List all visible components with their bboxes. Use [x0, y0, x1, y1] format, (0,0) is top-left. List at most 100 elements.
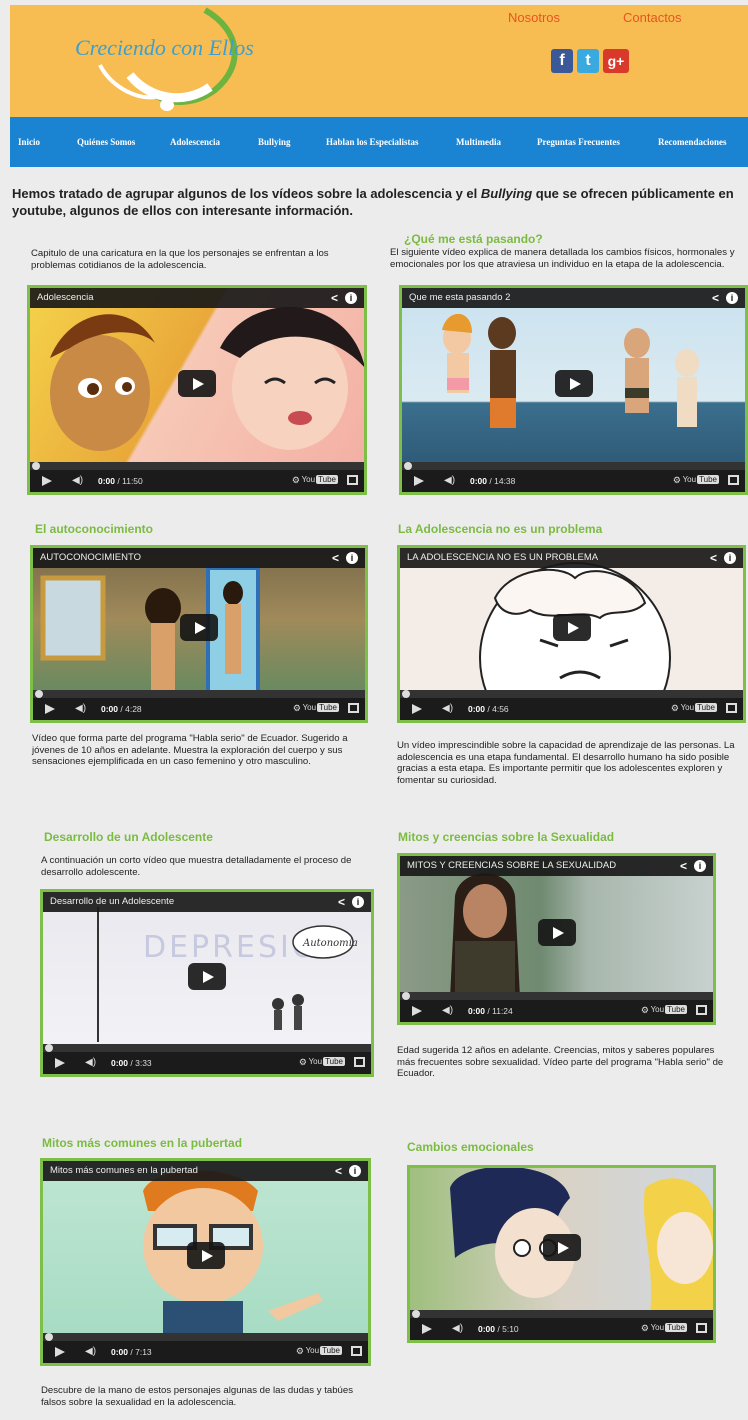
play-button[interactable] [188, 963, 226, 990]
fullscreen-icon[interactable] [347, 475, 358, 485]
youtube-logo[interactable]: You Tube [303, 703, 339, 712]
video-time: 0:00 / 4:56 [468, 704, 509, 714]
site-logo[interactable]: Creciendo con Ellos [55, 5, 255, 115]
progress-bar[interactable] [30, 462, 364, 470]
info-icon[interactable]: i [346, 552, 358, 564]
nav-item-quienes-somos[interactable]: Quiénes Somos [77, 137, 135, 147]
volume-icon[interactable]: ◀) [452, 1323, 463, 1334]
fullscreen-icon[interactable] [696, 1323, 707, 1333]
play-icon[interactable] [422, 1324, 432, 1334]
youtube-logo[interactable]: You Tube [681, 703, 717, 712]
play-icon[interactable] [55, 1347, 65, 1357]
volume-icon[interactable]: ◀) [75, 703, 86, 714]
video-player[interactable]: LA ADOLESCENCIA NO ES UN PROBLEMA < i ◀)… [397, 545, 746, 723]
play-icon[interactable] [42, 476, 52, 486]
video-player[interactable]: MITOS Y CREENCIAS SOBRE LA SEXUALIDAD < … [397, 853, 716, 1025]
progress-bar[interactable] [400, 992, 713, 1000]
play-button[interactable] [554, 370, 593, 397]
player-controls: ◀) 0:00 / 11:50 ⚙ You Tube [30, 470, 364, 492]
share-icon[interactable]: < [335, 1164, 342, 1178]
fullscreen-icon[interactable] [354, 1057, 365, 1067]
nav-item-bullying[interactable]: Bullying [258, 137, 291, 147]
play-button[interactable] [178, 370, 216, 397]
nosotros-link[interactable]: Nosotros [508, 10, 560, 25]
progress-bar[interactable] [43, 1044, 371, 1052]
play-button[interactable] [180, 614, 218, 641]
fullscreen-icon[interactable] [726, 703, 737, 713]
info-icon[interactable]: i [345, 292, 357, 304]
play-button[interactable] [552, 614, 591, 641]
twitter-icon[interactable]: t [577, 49, 599, 73]
play-icon[interactable] [414, 476, 424, 486]
play-button[interactable] [537, 919, 576, 946]
youtube-logo[interactable]: You Tube [309, 1057, 345, 1066]
volume-icon[interactable]: ◀) [85, 1346, 96, 1357]
settings-icon[interactable]: ⚙ [296, 1346, 304, 1357]
volume-icon[interactable]: ◀) [442, 1005, 453, 1016]
nav-item-especialistas[interactable]: Hablan los Especialistas [326, 137, 419, 147]
share-icon[interactable]: < [332, 551, 339, 565]
progress-bar[interactable] [410, 1310, 713, 1318]
settings-icon[interactable]: ⚙ [641, 1005, 649, 1016]
info-icon[interactable]: i [694, 860, 706, 872]
nav-item-recomendaciones[interactable]: Recomendaciones [658, 137, 727, 147]
progress-bar[interactable] [400, 690, 743, 698]
video-description: Descubre de la mano de estos personajes … [41, 1385, 353, 1408]
fullscreen-icon[interactable] [696, 1005, 707, 1015]
video-player[interactable]: ◀) 0:00 / 5:10 ⚙ You Tube [407, 1165, 716, 1343]
video-title: AUTOCONOCIMIENTO [33, 548, 365, 568]
youtube-logo[interactable]: You Tube [683, 475, 719, 484]
fullscreen-icon[interactable] [728, 475, 739, 485]
google-plus-icon[interactable]: g+ [603, 49, 629, 73]
play-icon[interactable] [412, 1006, 422, 1016]
info-icon[interactable]: i [352, 896, 364, 908]
volume-icon[interactable]: ◀) [72, 475, 83, 486]
volume-icon[interactable]: ◀) [442, 703, 453, 714]
nav-item-preguntas[interactable]: Preguntas Frecuentes [537, 137, 620, 147]
nav-item-inicio[interactable]: Inicio [18, 137, 40, 147]
settings-icon[interactable]: ⚙ [293, 703, 301, 714]
player-controls: ◀) 0:00 / 5:10 ⚙ You Tube [410, 1318, 713, 1340]
info-icon[interactable]: i [726, 292, 738, 304]
play-button[interactable] [542, 1234, 581, 1261]
share-icon[interactable]: < [338, 895, 345, 909]
share-icon[interactable]: < [712, 291, 719, 305]
share-icon[interactable]: < [710, 551, 717, 565]
progress-bar[interactable] [33, 690, 365, 698]
youtube-logo[interactable]: You Tube [651, 1005, 687, 1014]
video-player[interactable]: Mitos más comunes en la pubertad < i ◀) … [40, 1158, 371, 1366]
volume-icon[interactable]: ◀) [444, 475, 455, 486]
settings-icon[interactable]: ⚙ [299, 1057, 307, 1068]
play-icon[interactable] [412, 704, 422, 714]
section-title: Desarrollo de un Adolescente [44, 830, 213, 844]
fullscreen-icon[interactable] [351, 1346, 362, 1356]
info-icon[interactable]: i [724, 552, 736, 564]
youtube-logo[interactable]: You Tube [306, 1346, 342, 1355]
nav-item-adolescencia[interactable]: Adolescencia [170, 137, 220, 147]
play-icon[interactable] [55, 1058, 65, 1068]
youtube-logo[interactable]: You Tube [302, 475, 338, 484]
share-icon[interactable]: < [331, 291, 338, 305]
video-player[interactable]: Adolescencia < i ◀) 0:00 / 11:50 ⚙ You Tu… [27, 285, 367, 495]
logo-text: Creciendo con Ellos [75, 35, 254, 60]
settings-icon[interactable]: ⚙ [641, 1323, 649, 1334]
settings-icon[interactable]: ⚙ [673, 475, 681, 486]
video-player[interactable]: AUTOCONOCIMIENTO < i ◀) 0:00 / 4:28 ⚙ Yo… [30, 545, 368, 723]
video-player[interactable]: Que me esta pasando 2 < i ◀) 0:00 / 14:3… [399, 285, 748, 495]
info-icon[interactable]: i [349, 1165, 361, 1177]
play-icon[interactable] [45, 704, 55, 714]
share-icon[interactable]: < [680, 859, 687, 873]
progress-bar[interactable] [402, 462, 745, 470]
progress-bar[interactable] [43, 1333, 368, 1341]
play-button[interactable] [186, 1242, 225, 1269]
contactos-link[interactable]: Contactos [623, 10, 682, 25]
youtube-logo[interactable]: You Tube [651, 1323, 687, 1332]
settings-icon[interactable]: ⚙ [292, 475, 300, 486]
fullscreen-icon[interactable] [348, 703, 359, 713]
video-player[interactable]: DEPRESIÓN Autonomía Desarrollo de un Ado… [40, 889, 374, 1077]
video-title: Desarrollo de un Adolescente [43, 892, 371, 912]
facebook-icon[interactable]: f [551, 49, 573, 73]
volume-icon[interactable]: ◀) [85, 1057, 96, 1068]
nav-item-multimedia[interactable]: Multimedia [456, 137, 501, 147]
settings-icon[interactable]: ⚙ [671, 703, 679, 714]
